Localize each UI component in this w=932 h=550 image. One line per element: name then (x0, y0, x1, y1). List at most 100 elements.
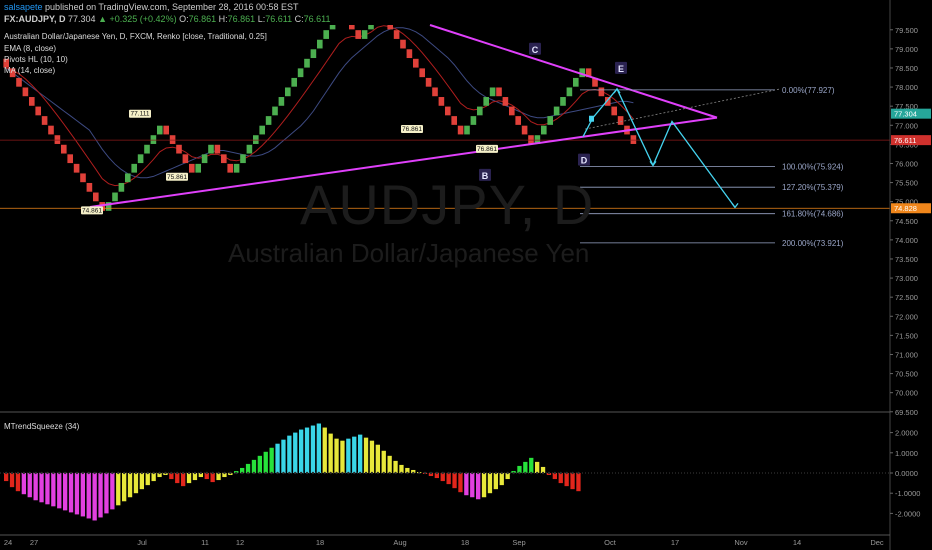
down-brick (73, 163, 80, 173)
squeeze-dot (134, 471, 138, 475)
up-brick (157, 125, 163, 135)
squeeze-bar (287, 435, 292, 473)
pivot-label: 75.861 (167, 174, 187, 181)
squeeze-bar (186, 473, 192, 484)
x-tick-label: 27 (30, 538, 38, 547)
squeeze-bar (576, 473, 581, 492)
close-value: 76.611 (303, 14, 331, 24)
legend-pivots[interactable]: Pivots HL (10, 10) (4, 55, 68, 64)
down-brick (54, 135, 61, 144)
squeeze-dot (122, 471, 126, 475)
squeeze-dot (240, 471, 244, 475)
down-brick (67, 154, 73, 164)
up-brick (131, 163, 137, 173)
squeeze-dot (229, 471, 232, 475)
squeeze-dot (329, 471, 332, 475)
high-label: H: (218, 14, 228, 24)
down-brick (29, 97, 35, 106)
publish-line: salsapete published on TradingView.com, … (4, 2, 299, 12)
squeeze-bar (446, 473, 451, 485)
squeeze-dot (482, 471, 486, 475)
symbol-label[interactable]: FX:AUDJPY, D (4, 14, 66, 24)
squeeze-bar (564, 473, 569, 487)
indicator-legend[interactable]: MTrendSqueeze (34) (4, 422, 79, 431)
squeeze-dot (559, 471, 562, 475)
squeeze-dot (376, 471, 380, 475)
down-brick (400, 39, 406, 49)
legend-ema[interactable]: EMA (8, close) (4, 44, 56, 53)
squeeze-dot (117, 471, 120, 475)
squeeze-bar (322, 427, 327, 473)
squeeze-dot (465, 471, 468, 475)
down-brick (630, 135, 637, 144)
open-value: 76.861 (188, 14, 217, 24)
squeeze-bar (80, 473, 85, 517)
down-brick (35, 106, 41, 116)
x-tick-label: 11 (201, 538, 209, 547)
squeeze-dot (235, 471, 238, 475)
squeeze-bar (257, 455, 262, 473)
squeeze-bar (387, 455, 392, 473)
x-tick-label: 12 (236, 538, 244, 547)
squeeze-bar (304, 427, 310, 473)
up-brick (233, 163, 240, 173)
squeeze-dot (10, 471, 14, 475)
up-brick (278, 97, 285, 106)
fib-level-label: 100.00%(75.924) (782, 162, 844, 171)
squeeze-bar (151, 473, 156, 482)
squeeze-bar (310, 425, 316, 473)
up-brick (483, 97, 489, 106)
ohlc-line: FX:AUDJPY, D 77.304 ▲ +0.325 (+0.42%) O:… (4, 14, 330, 24)
down-brick (387, 25, 393, 30)
price-badge-label: 74.828 (894, 204, 917, 213)
squeeze-bar (139, 473, 144, 490)
squeeze-bar (98, 473, 103, 518)
ind-y-tick-label: -1.0000 (895, 489, 920, 498)
squeeze-bar (110, 473, 115, 510)
squeeze-dot (40, 471, 43, 475)
up-brick (137, 154, 144, 164)
squeeze-dot (547, 471, 551, 475)
down-brick (393, 30, 400, 39)
up-brick (477, 106, 483, 116)
down-brick (413, 58, 419, 68)
squeeze-dot (423, 471, 427, 475)
squeeze-dot (364, 471, 368, 475)
author[interactable]: salsapete (4, 2, 43, 12)
squeeze-bar (369, 440, 375, 473)
squeeze-bar (440, 473, 445, 482)
legend-title[interactable]: Australian Dollar/Japanese Yen, D, FXCM,… (4, 32, 267, 41)
squeeze-bar (57, 473, 62, 509)
down-brick (221, 154, 227, 164)
squeeze-dot (288, 471, 291, 475)
up-brick (329, 25, 336, 30)
squeeze-bar (358, 434, 363, 473)
up-brick (259, 125, 265, 135)
squeeze-dot (34, 471, 37, 475)
squeeze-dot (170, 471, 173, 475)
squeeze-dot (63, 471, 67, 475)
price-badge-label: 76.611 (894, 136, 916, 145)
up-arrow-icon: ▲ (98, 14, 107, 24)
down-brick (189, 163, 195, 173)
y-tick-label: 72.500 (895, 293, 918, 302)
squeeze-dot (453, 471, 456, 475)
squeeze-bar (375, 444, 380, 473)
squeeze-dot (128, 471, 132, 475)
squeeze-dot (22, 471, 26, 475)
y-tick-label: 69.500 (895, 408, 918, 417)
ind-y-tick-label: 1.0000 (895, 449, 918, 458)
up-brick (541, 125, 547, 135)
squeeze-dot (311, 471, 315, 475)
squeeze-dot (276, 471, 279, 475)
squeeze-dot (353, 471, 356, 475)
legend-ma[interactable]: MA (14, close) (4, 66, 55, 75)
down-brick (425, 77, 432, 87)
up-brick (291, 77, 297, 87)
fib-level-label: 161.80%(74.686) (782, 210, 844, 219)
ind-y-tick-label: 0.0000 (895, 469, 918, 478)
renko-chart[interactable]: 0.00%(77.927) 100.00%(75.924) 127.20%(75.3… (0, 0, 932, 550)
down-brick (182, 154, 189, 164)
up-brick (118, 182, 125, 192)
up-brick (464, 125, 470, 135)
